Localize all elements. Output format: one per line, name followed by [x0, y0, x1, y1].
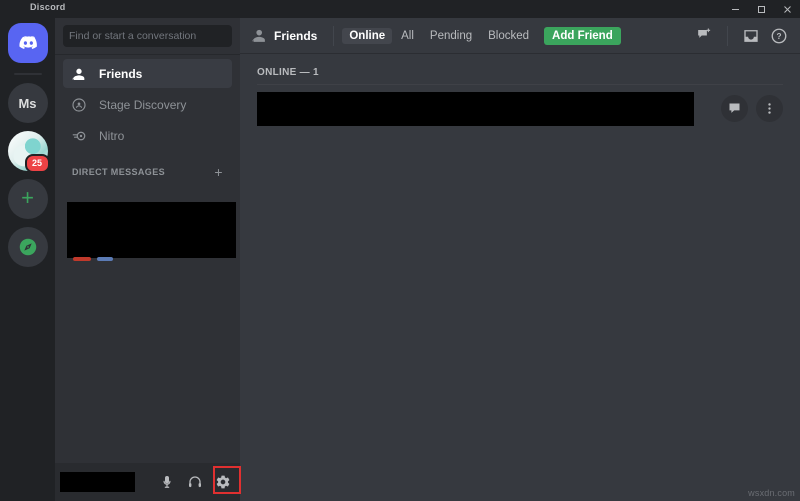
- explore-servers-button[interactable]: [8, 227, 48, 267]
- dm-color-fragment: [97, 257, 113, 261]
- direct-messages-label: DIRECT MESSAGES: [72, 167, 165, 177]
- dm-list-item-redacted[interactable]: [67, 202, 236, 258]
- toolbar-actions: ?: [691, 23, 792, 49]
- toolbar-divider: [727, 26, 728, 46]
- server-mention-badge: 25: [25, 154, 50, 173]
- current-user-name-redacted[interactable]: [60, 472, 135, 492]
- sidebar-item-label: Stage Discovery: [99, 98, 186, 112]
- online-count-header: ONLINE — 1: [257, 67, 783, 78]
- stage-icon: [71, 97, 93, 113]
- friends-icon: [71, 66, 93, 82]
- page-title: Friends: [250, 27, 317, 44]
- sidebar-item-nitro[interactable]: Nitro: [63, 121, 232, 150]
- discord-home-button[interactable]: [8, 23, 48, 63]
- sidebar-item-friends[interactable]: Friends: [63, 59, 232, 88]
- friends-icon: [250, 27, 267, 44]
- direct-messages-header: DIRECT MESSAGES +: [55, 160, 240, 184]
- server-item-ms[interactable]: Ms: [8, 83, 48, 123]
- sidebar-item-stage-discovery[interactable]: Stage Discovery: [63, 90, 232, 119]
- server-avatar-image: 25: [8, 131, 48, 171]
- server-avatar-initials: Ms: [8, 83, 48, 123]
- compass-icon: [8, 227, 48, 267]
- add-friend-button[interactable]: Add Friend: [544, 27, 621, 45]
- tab-online[interactable]: Online: [342, 28, 392, 44]
- search-input[interactable]: Find or start a conversation: [63, 25, 232, 47]
- discord-logo-icon: [8, 23, 48, 63]
- sidebar-item-label: Nitro: [99, 129, 124, 143]
- user-panel: [55, 463, 240, 501]
- tab-all[interactable]: All: [394, 28, 421, 44]
- sidebar-item-label: Friends: [99, 67, 142, 81]
- server-item-image[interactable]: 25: [8, 131, 48, 171]
- window-controls: [722, 0, 800, 18]
- maximize-button[interactable]: [748, 0, 774, 18]
- microphone-icon[interactable]: [154, 469, 180, 495]
- friends-toolbar: Friends Online All Pending Blocked Add F…: [240, 18, 800, 53]
- main-content: Friends Online All Pending Blocked Add F…: [240, 18, 800, 501]
- plus-icon: +: [8, 179, 48, 219]
- page-title-label: Friends: [274, 29, 317, 43]
- svg-text:?: ?: [776, 32, 781, 41]
- rail-divider: [14, 73, 42, 75]
- tab-pending[interactable]: Pending: [423, 28, 479, 44]
- gear-icon[interactable]: [210, 469, 236, 495]
- inbox-icon[interactable]: [738, 23, 764, 49]
- headphones-icon[interactable]: [182, 469, 208, 495]
- message-icon[interactable]: [721, 95, 748, 122]
- more-options-icon[interactable]: [756, 95, 783, 122]
- add-server-label: +: [21, 187, 34, 209]
- new-group-dm-icon[interactable]: [691, 23, 717, 49]
- row-actions: [721, 95, 783, 122]
- tab-blocked[interactable]: Blocked: [481, 28, 536, 44]
- server-rail: Ms 25 +: [0, 18, 55, 501]
- search-bar-container: Find or start a conversation: [55, 18, 240, 54]
- nitro-icon: [71, 128, 93, 144]
- table-row[interactable]: [257, 84, 783, 131]
- discord-window: Discord Ms: [0, 0, 800, 501]
- help-icon[interactable]: ?: [766, 23, 792, 49]
- dm-color-fragment: [73, 257, 91, 261]
- friends-list-content: ONLINE — 1: [240, 53, 800, 131]
- window-titlebar: Discord: [0, 0, 800, 18]
- window-title: Discord: [30, 2, 66, 12]
- add-server-button[interactable]: +: [8, 179, 48, 219]
- user-panel-controls: [154, 469, 236, 495]
- toolbar-divider: [333, 26, 334, 46]
- create-dm-button[interactable]: +: [214, 165, 223, 179]
- friend-name-redacted: [257, 92, 694, 126]
- minimize-button[interactable]: [722, 0, 748, 18]
- close-button[interactable]: [774, 0, 800, 18]
- watermark: wsxdn.com: [748, 488, 795, 498]
- channel-sidebar: Find or start a conversation Friends: [55, 18, 240, 501]
- sidebar-nav-list: Friends Stage Discovery: [55, 54, 240, 150]
